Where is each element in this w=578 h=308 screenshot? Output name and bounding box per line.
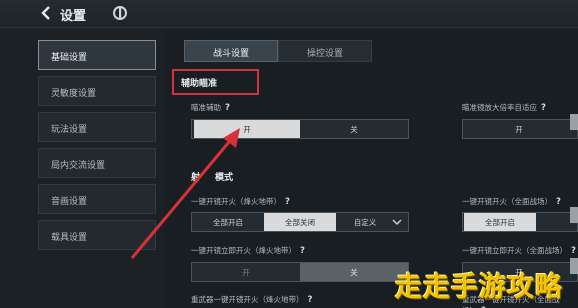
toggle-option-on[interactable]: 开 [463, 120, 575, 138]
section-title-aim-assist: 辅助瞄准 [181, 79, 218, 89]
sidebar-item-label: 载具设置 [51, 233, 88, 243]
one-tap-battlefield-selector[interactable]: 全部开启 [462, 212, 578, 232]
help-icon[interactable]: ? [225, 103, 230, 113]
instant-battlefield-label: 一键开镜立即开火（全面战场）? [462, 246, 576, 256]
sidebar-item-label: 灵敏度设置 [51, 89, 97, 99]
option-all-off[interactable]: 全部关闭 [264, 213, 336, 231]
sidebar-item-label: 基础设置 [51, 53, 88, 63]
help-icon[interactable]: ? [285, 197, 290, 207]
heavy-weapon-label: 重武器一键开镜开火（烽火地带）? [191, 295, 313, 305]
top-bar: 设置 [0, 0, 578, 28]
help-icon[interactable]: ? [541, 103, 546, 113]
scrollbar-handle[interactable] [570, 258, 578, 274]
scope-assist-label: 瞄准镜放大倍率自适应? [462, 103, 546, 113]
back-icon[interactable] [38, 5, 54, 21]
toggle-option-off[interactable]: 关 [300, 263, 408, 281]
help-icon[interactable]: ? [308, 295, 313, 305]
sidebar-item-sensitivity[interactable]: 灵敏度设置 [38, 76, 156, 106]
help-icon[interactable]: ? [571, 246, 576, 256]
chevron-down-icon[interactable] [392, 218, 402, 226]
tab-battle-settings[interactable]: 战斗设置 [184, 40, 278, 62]
page-title: 设置 [60, 9, 87, 24]
scope-assist-toggle[interactable]: 开 [462, 119, 578, 139]
aim-assist-label: 瞄准辅助? [191, 103, 230, 113]
sidebar-item-label: 局内交流设置 [51, 161, 106, 171]
help-icon[interactable]: ? [300, 246, 305, 256]
toggle-option-off[interactable]: 关 [300, 120, 408, 138]
option-all-on[interactable]: 全部开启 [464, 213, 536, 231]
tab-control-settings[interactable]: 操控设置 [278, 40, 372, 62]
help-icon[interactable]: ? [556, 197, 561, 207]
one-tap-battlefield-label: 一键开镜开火（全面战场）? [462, 197, 561, 207]
option-custom[interactable]: 自定义 [336, 213, 394, 231]
sidebar-item-basic[interactable]: 基础设置 [38, 40, 156, 70]
annotation-arrow-icon [130, 128, 240, 259]
sidebar-item-label: 音画设置 [51, 197, 88, 207]
sidebar-item-label: 玩法设置 [51, 125, 88, 135]
watermark: 走走手游攻略 [395, 272, 563, 303]
scrollbar-handle[interactable] [570, 207, 578, 223]
settings-logo-icon [113, 6, 127, 20]
scrollbar-handle[interactable] [570, 114, 578, 130]
